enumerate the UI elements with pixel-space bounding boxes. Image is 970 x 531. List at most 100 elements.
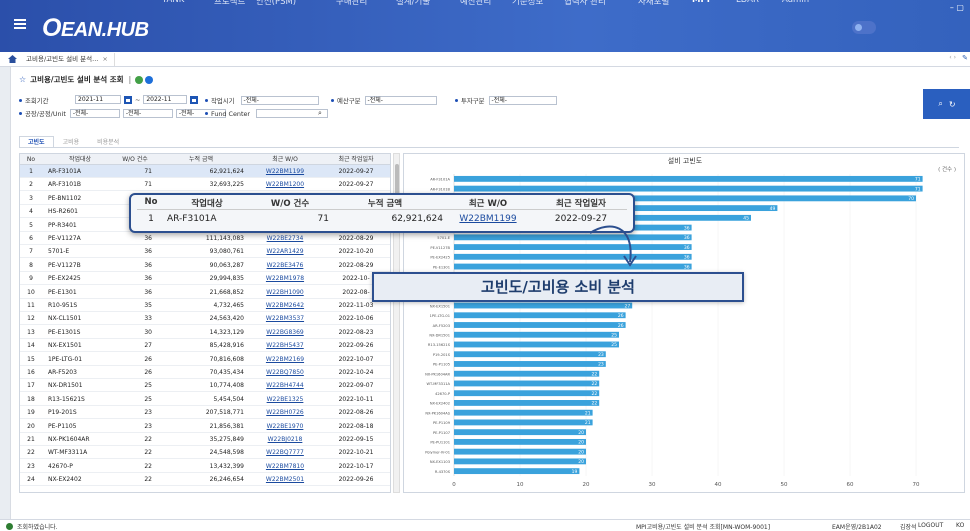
nav-item-10[interactable]: LDAR bbox=[736, 0, 759, 5]
favorite-star-icon[interactable]: ☆ bbox=[19, 75, 26, 84]
budget-select[interactable]: -전체- bbox=[364, 96, 437, 105]
bar[interactable] bbox=[454, 234, 692, 241]
grid-cell[interactable]: W22BE1325 bbox=[250, 393, 320, 406]
search-button[interactable]: ⌕ ↻ bbox=[923, 89, 970, 119]
grid-col-header[interactable]: 최근 작업일자 bbox=[320, 154, 390, 165]
bar[interactable] bbox=[454, 419, 593, 426]
table-row[interactable]: 7 5701-E 36 93,080,761 W22AR1429 2022-10-20 bbox=[20, 245, 390, 259]
grid-cell[interactable]: W22BM7810 bbox=[250, 460, 320, 473]
bar[interactable] bbox=[454, 244, 692, 250]
grid-cell[interactable]: W22BQ7777 bbox=[250, 446, 320, 459]
calendar-icon[interactable] bbox=[124, 95, 132, 104]
table-row[interactable]: 23 42670-P 22 13,432,399 W22BM7810 2022-10-17 bbox=[20, 460, 390, 473]
menu-hamburger-icon[interactable] bbox=[14, 19, 26, 29]
grid-col-header[interactable]: 누적 금액 bbox=[152, 154, 250, 165]
grid-cell[interactable]: W22BE3476 bbox=[250, 259, 320, 272]
table-row[interactable]: 8 PE-V1127B 36 90,063,287 W22BE3476 2022-08-2… bbox=[20, 259, 390, 272]
bar[interactable] bbox=[454, 370, 600, 377]
bar[interactable] bbox=[454, 175, 923, 182]
grid-col-header[interactable]: No bbox=[20, 154, 42, 165]
grid-cell[interactable]: W22BM1978 bbox=[250, 272, 320, 285]
grid-cell[interactable]: W22BJ0218 bbox=[250, 433, 320, 446]
bar[interactable] bbox=[454, 341, 619, 348]
bar[interactable] bbox=[454, 438, 586, 445]
date-from-input[interactable]: 2021-11 bbox=[75, 95, 121, 104]
search-icon[interactable]: ⌕ bbox=[318, 109, 322, 118]
bar[interactable] bbox=[454, 322, 626, 328]
pin-icon[interactable]: ✎ bbox=[962, 54, 968, 62]
bar[interactable] bbox=[454, 390, 600, 397]
worktype-select[interactable]: -전체- bbox=[240, 96, 319, 105]
table-row[interactable]: 21 NX-PK1604AR 22 35,275,849 W22BJ0218 2022-0… bbox=[20, 433, 390, 446]
grid-cell[interactable]: W22BM3537 bbox=[250, 312, 320, 325]
plant-select[interactable]: -전체- bbox=[69, 109, 120, 118]
grid-cell[interactable]: W22BM2642 bbox=[250, 299, 320, 312]
table-row[interactable]: 18 R13-15621S 25 5,454,504 W22BE1325 2022-10-… bbox=[20, 393, 390, 406]
grid-cell[interactable]: W22BM1199 bbox=[250, 165, 320, 178]
grid-cell[interactable]: W22BE1970 bbox=[250, 420, 320, 433]
nav-item-7[interactable]: 협력사 관리 bbox=[564, 0, 606, 7]
nav-item-11[interactable]: Admin bbox=[782, 0, 809, 5]
table-row[interactable]: 11 R10-951S 35 4,732,465 W22BM2642 2022-11-03 bbox=[20, 299, 390, 312]
table-row[interactable]: 16 AR-F5203 26 70,435,434 W22BQ7850 2022-10-2… bbox=[20, 366, 390, 379]
nav-item-0[interactable]: TANK bbox=[162, 0, 184, 5]
grid-cell[interactable]: W22BQ7850 bbox=[250, 366, 320, 379]
home-icon[interactable] bbox=[8, 55, 17, 63]
table-row[interactable]: 20 PE-P1105 23 21,856,381 W22BE1970 2022-08-1… bbox=[20, 420, 390, 433]
grid-col-header[interactable]: 최근 W/O bbox=[250, 154, 320, 165]
bar[interactable] bbox=[454, 448, 586, 455]
table-row[interactable]: 19 P19-201S 23 207,518,771 W22BH0726 2022-08-… bbox=[20, 406, 390, 420]
lang-label[interactable]: KO bbox=[956, 522, 964, 529]
app-logo[interactable]: OEAN.HUB bbox=[42, 14, 149, 43]
nav-item-6[interactable]: 기준정보 bbox=[512, 0, 543, 7]
bar[interactable] bbox=[454, 400, 600, 406]
table-row[interactable]: 15 1PE-LTG-01 26 70,816,608 W22BM2169 2022-10… bbox=[20, 353, 390, 366]
table-row[interactable]: 12 NX-CL1501 33 24,563,420 W22BM3537 2022-10-… bbox=[20, 312, 390, 326]
invest-select[interactable]: -전체- bbox=[488, 96, 557, 105]
grid-cell[interactable]: W22BM1200 bbox=[250, 178, 320, 191]
table-row[interactable]: 14 NX-EX1501 27 85,428,916 W22BH5437 2022-09-… bbox=[20, 339, 390, 353]
bar[interactable] bbox=[454, 361, 606, 367]
bar[interactable] bbox=[454, 331, 619, 338]
nav-item-4[interactable]: 설계/기술 bbox=[396, 0, 430, 7]
refresh-icon[interactable]: ↻ bbox=[949, 100, 956, 109]
table-row[interactable]: 17 NX-DR1501 25 10,774,408 W22BH4744 2022-09-… bbox=[20, 379, 390, 393]
tab-scroll-arrows[interactable]: ‹ › bbox=[949, 54, 956, 61]
subtab-1[interactable]: 고비용 bbox=[54, 136, 89, 147]
bar[interactable] bbox=[454, 380, 600, 387]
nav-item-9[interactable]: MPI bbox=[692, 0, 710, 5]
bar[interactable] bbox=[454, 263, 692, 270]
grid-col-header[interactable]: 작업대상 bbox=[42, 154, 118, 165]
bar[interactable] bbox=[454, 302, 633, 309]
table-row[interactable]: 6 PE-V1127A 36 111,143,083 W22BE2734 2022-08-… bbox=[20, 232, 390, 245]
help-icon[interactable] bbox=[135, 75, 144, 84]
grid-cell[interactable]: W22AR1429 bbox=[250, 245, 320, 258]
grid-cell[interactable]: W22BE2734 bbox=[250, 232, 320, 245]
calendar-icon[interactable] bbox=[190, 95, 199, 104]
window-minimize-icon[interactable]: – ▢ bbox=[950, 3, 964, 12]
user-toggle-icon[interactable] bbox=[852, 21, 876, 34]
table-row[interactable]: 22 WT-MF3311A 22 24,548,598 W22BQ7777 2022-10… bbox=[20, 446, 390, 460]
table-row[interactable]: 10 PE-E1301 36 21,668,852 W22BH1090 2022-08- bbox=[20, 286, 390, 299]
grid-cell[interactable]: W22BH0726 bbox=[250, 406, 320, 419]
info-icon[interactable] bbox=[145, 75, 154, 84]
nav-item-2[interactable]: 안전(PSM) bbox=[256, 0, 296, 7]
table-row[interactable]: 24 NX-EX2402 22 26,246,654 W22BM2501 2022-09-… bbox=[20, 473, 390, 487]
bar[interactable] bbox=[454, 253, 692, 260]
process-select[interactable]: -전체- bbox=[122, 109, 173, 118]
table-row[interactable]: 13 PE-E1301S 30 14,323,129 W22BG8369 2022-08-… bbox=[20, 326, 390, 339]
grid-cell[interactable]: W22BG8369 bbox=[250, 326, 320, 339]
nav-item-8[interactable]: 자재포털 bbox=[638, 0, 669, 7]
bar[interactable] bbox=[454, 409, 593, 416]
bar[interactable] bbox=[454, 468, 580, 475]
bar[interactable] bbox=[454, 458, 586, 465]
subtab-0[interactable]: 고빈도 bbox=[19, 136, 54, 147]
bar[interactable] bbox=[454, 312, 626, 319]
grid-cell[interactable]: W22BH1090 bbox=[250, 286, 320, 299]
grid-col-header[interactable]: W/O 건수 bbox=[118, 154, 152, 165]
overlay-cell[interactable]: W22BM1199 bbox=[443, 214, 533, 224]
bar[interactable] bbox=[454, 351, 606, 358]
table-row[interactable]: 9 PE-EX2425 36 29,994,835 W22BM1978 2022-10- bbox=[20, 272, 390, 286]
grid-cell[interactable]: W22BH4744 bbox=[250, 379, 320, 392]
bar[interactable] bbox=[454, 185, 923, 192]
